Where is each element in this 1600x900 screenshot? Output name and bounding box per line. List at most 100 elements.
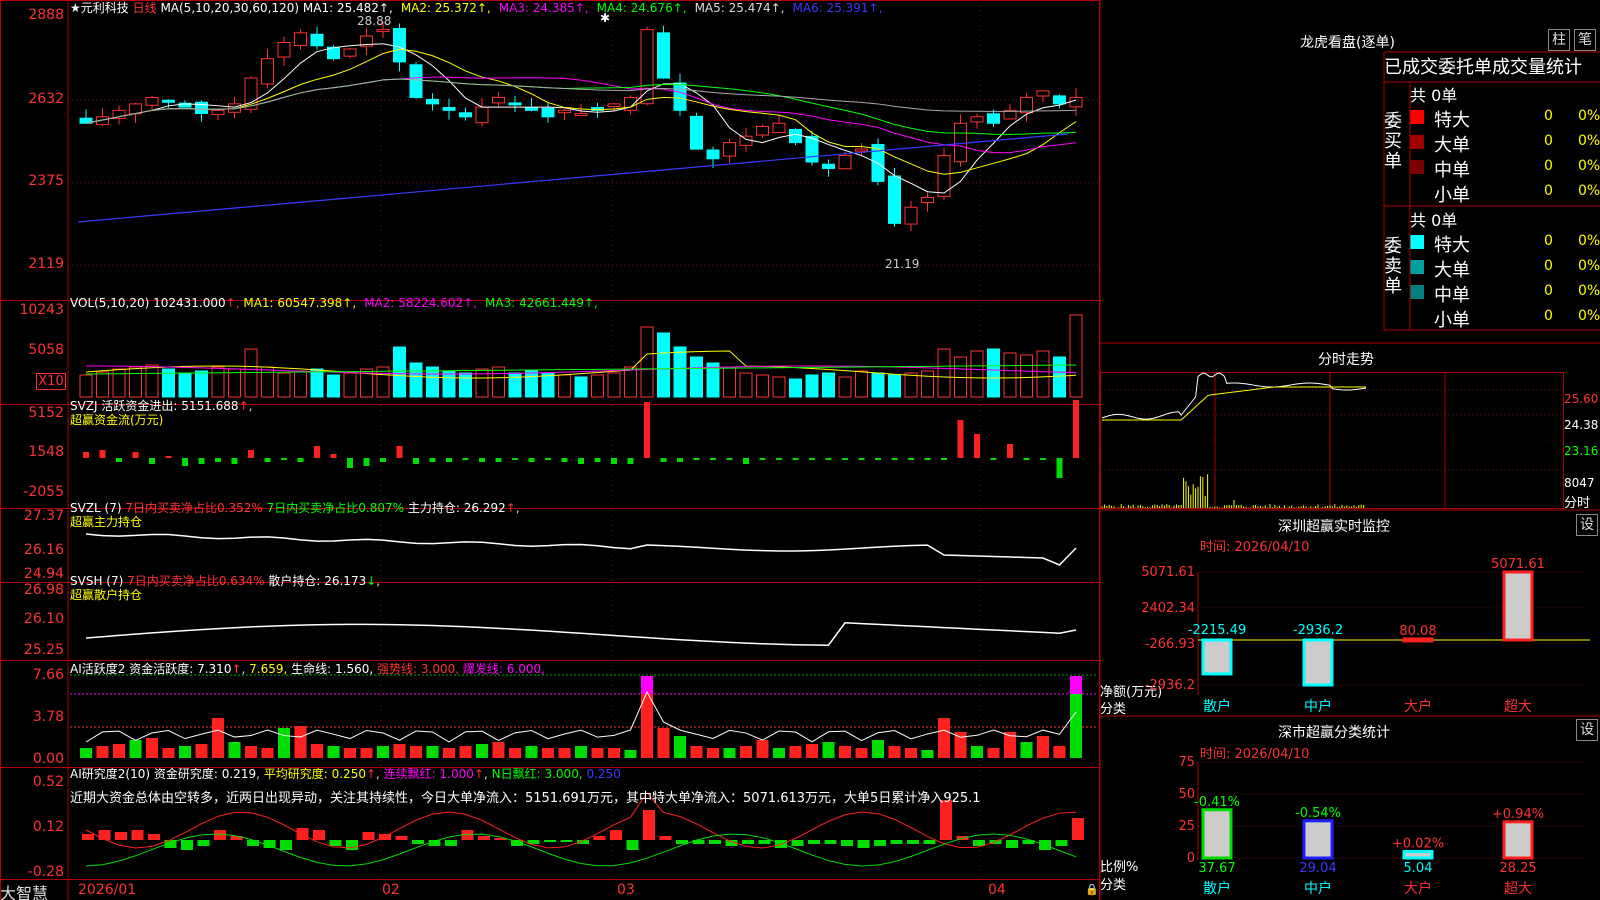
monitor-xlabel: 分类 xyxy=(1100,702,1127,717)
volume-bar xyxy=(79,374,93,398)
fund-flow-bar xyxy=(743,458,749,464)
fund-flow-bar xyxy=(759,458,766,460)
research-bar xyxy=(362,832,375,840)
tab-executed[interactable]: 已成交 xyxy=(1384,57,1438,78)
svsh-t3: 散户持仓: xyxy=(268,574,321,588)
classify-change-label: +0.02% xyxy=(1392,837,1444,852)
classify-settings-button[interactable]: 设 xyxy=(1576,719,1598,741)
research-bar xyxy=(445,840,457,846)
price-axis-2: 2632 xyxy=(28,91,64,107)
vol-label: VOL(5,10,20) xyxy=(70,296,150,310)
tab-orders[interactable]: 委托单 xyxy=(1438,57,1492,78)
volume-bar xyxy=(393,346,406,398)
candle-body xyxy=(673,82,687,111)
volume-bar xyxy=(690,356,703,398)
fund-flow-bar xyxy=(165,456,172,458)
activity-bar xyxy=(690,746,703,758)
sellbox-side-label: 委卖单 xyxy=(1384,236,1402,297)
ai2-t2: 平均研究度: xyxy=(263,767,328,781)
activity-bar xyxy=(228,742,241,758)
volume-bar xyxy=(756,374,769,398)
volume-bar xyxy=(1036,350,1050,398)
monitor-settings-button[interactable]: 设 xyxy=(1576,514,1598,536)
volume-bar xyxy=(459,372,472,398)
candle-body xyxy=(1053,95,1066,105)
volume-bar xyxy=(277,372,291,398)
fund-flow-bar xyxy=(561,458,568,462)
volume-bar xyxy=(921,370,934,398)
volume-bar xyxy=(475,368,489,398)
svzj-header: SVZJ 活跃资金进出: 5151.688↑, xyxy=(70,399,253,413)
volume-bar xyxy=(871,372,885,398)
monitor-bar xyxy=(1302,638,1334,687)
research-bar xyxy=(791,840,804,846)
monitor-axis-label: 5071.61 xyxy=(1141,565,1195,580)
svsh-axis-3: 25.25 xyxy=(23,642,64,658)
candle-body xyxy=(904,206,918,225)
research-bar xyxy=(131,830,144,840)
volume-bar xyxy=(1003,352,1017,398)
fund-flow-bar xyxy=(693,458,700,460)
candle-body xyxy=(756,125,769,136)
research-bar xyxy=(82,834,94,840)
order-row-qty: 0 xyxy=(1544,308,1553,324)
activity-bar xyxy=(113,744,125,758)
bar-mode-button[interactable]: 柱 xyxy=(1548,29,1570,51)
activity-bar xyxy=(245,746,257,758)
research-bar xyxy=(1055,840,1068,846)
research-bar xyxy=(610,830,622,840)
fund-flow-bar xyxy=(710,458,716,460)
intraday-price-line xyxy=(1101,372,1367,420)
order-row-qty: 0 xyxy=(1544,233,1553,249)
svzl-t1: 7日内买卖净占比0.352% xyxy=(125,501,263,515)
order-row-pct: 0% xyxy=(1578,108,1600,124)
volume-bar xyxy=(574,376,588,398)
order-row-qty: 0 xyxy=(1544,133,1553,149)
activity-bar xyxy=(657,728,670,758)
fund-flow-bar xyxy=(858,458,865,460)
volume-bar xyxy=(640,326,654,398)
fund-flow-bar xyxy=(1007,444,1013,458)
lock-icon[interactable]: 🔒 xyxy=(1085,883,1099,896)
activity-bar xyxy=(855,748,868,758)
candle-body xyxy=(888,175,901,224)
candle-body xyxy=(492,96,505,104)
fund-flow-bar xyxy=(825,458,832,460)
intraday-avg-line xyxy=(1102,386,1366,421)
monitor-time: 时间: 2026/04/10 xyxy=(1200,540,1310,555)
svzj-label: SVZJ xyxy=(70,399,98,413)
ai2-v4: 3.000, xyxy=(544,767,583,781)
ma-values: MA1: 25.482↑, MA2: 25.372↑, MA3: 24.385↑, M… xyxy=(303,1,891,15)
monitor-category: 散户 xyxy=(1203,698,1231,715)
candle-body xyxy=(459,112,472,118)
legend-swatch xyxy=(1410,260,1424,274)
order-row-qty: 0 xyxy=(1544,283,1553,299)
activity-bar xyxy=(674,736,686,758)
ma-item-2: MA2: 25.372↑, xyxy=(400,1,491,15)
volume-bar xyxy=(558,374,571,398)
activity-bar xyxy=(162,748,175,758)
volume-bar xyxy=(1069,314,1083,398)
date-axis-3: 03 xyxy=(617,882,635,898)
activity-bar xyxy=(96,746,109,758)
classify-value-label: 29.04 xyxy=(1299,861,1336,876)
volume-bar xyxy=(327,374,340,398)
ai2-t3: 连续飘红: xyxy=(383,767,436,781)
buybox-side-label: 委买单 xyxy=(1384,111,1402,172)
monitor-value-label: -2215.49 xyxy=(1188,623,1246,638)
order-row-pct: 0% xyxy=(1578,183,1600,199)
research-bar xyxy=(874,840,886,846)
app-root: { "stock":{"name":"★元利科技","period":"日线"}… xyxy=(0,0,1600,900)
activity-bar xyxy=(80,748,92,758)
svzj-value: 5151.688 xyxy=(181,399,239,413)
fund-flow-bar xyxy=(908,458,914,460)
tick-mode-button[interactable]: 笔 xyxy=(1574,29,1596,51)
activity-bar xyxy=(888,746,901,758)
fund-flow-bar xyxy=(1023,458,1030,460)
kline-chart[interactable]: ✱ xyxy=(0,0,1100,900)
order-row-pct: 0% xyxy=(1578,158,1600,174)
tab-volume-stats[interactable]: 成交量统计 xyxy=(1492,57,1582,78)
svsh-t1: 7日内买卖净占比0.634% xyxy=(127,574,265,588)
vol-unit-badge[interactable]: X10 xyxy=(36,373,66,390)
activity-bar xyxy=(1037,736,1049,758)
